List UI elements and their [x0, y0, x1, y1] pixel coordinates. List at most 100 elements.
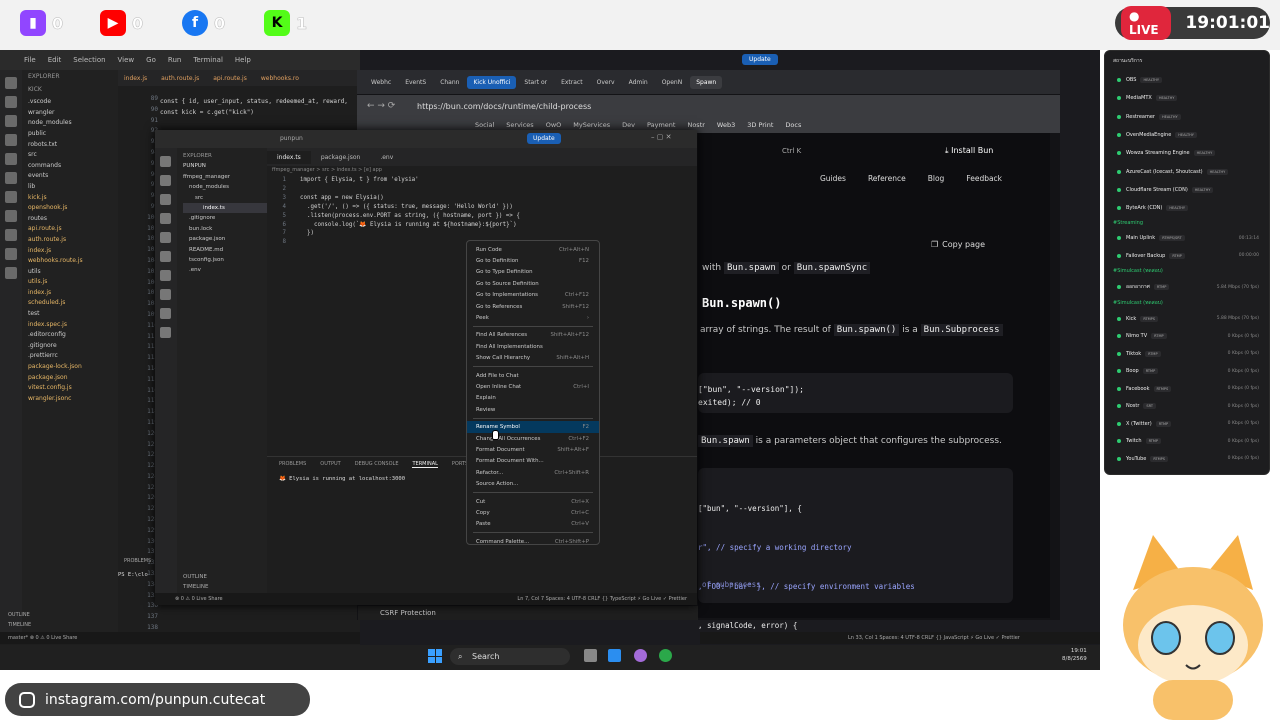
back-icon[interactable]: ← → ⟳: [367, 101, 395, 111]
context-menu-item[interactable]: Paste Ctrl+V: [467, 519, 599, 530]
taskbar-app-icon[interactable]: [634, 649, 647, 662]
menu-item[interactable]: Terminal: [193, 56, 223, 64]
editor-tab[interactable]: .env: [370, 151, 403, 164]
docs-nav-link[interactable]: Blog: [928, 174, 945, 183]
explorer-root[interactable]: KICK: [28, 85, 118, 96]
browser-tab[interactable]: Admin: [623, 76, 654, 89]
file-tree-item[interactable]: index.js: [28, 246, 118, 257]
file-tree-item[interactable]: .env: [183, 265, 267, 275]
file-tree-item[interactable]: src: [28, 150, 118, 161]
file-tree-item[interactable]: package-lock.json: [28, 362, 118, 373]
status-right[interactable]: Ln 7, Col 7 Spaces: 4 UTF-8 CRLF {} Type…: [517, 596, 687, 602]
file-tree-item[interactable]: test: [28, 309, 118, 320]
file-tree-item[interactable]: index.ts: [183, 203, 267, 214]
browser-tab[interactable]: Extract: [555, 76, 589, 89]
context-menu-item[interactable]: Cut Ctrl+X: [467, 496, 599, 507]
install-bun-button[interactable]: ⤓ Install Bun: [945, 146, 993, 156]
browser-tab[interactable]: Kick Unoffici: [467, 75, 517, 89]
menu-item[interactable]: Help: [235, 56, 251, 64]
browser-tab[interactable]: Webhc: [365, 76, 397, 89]
file-tree-item[interactable]: .vscode: [28, 97, 118, 108]
menu-item[interactable]: View: [118, 56, 135, 64]
file-tree-item[interactable]: ffmpeg_manager: [183, 172, 267, 182]
context-menu-item[interactable]: Format Document With...: [467, 456, 599, 467]
outline-section[interactable]: OUTLINE: [183, 572, 207, 582]
file-tree-item[interactable]: wrangler.jsonc: [28, 394, 118, 405]
file-tree-item[interactable]: vitest.config.js: [28, 383, 118, 394]
search-shortcut[interactable]: Ctrl K: [782, 147, 801, 155]
browser-tab[interactable]: EventS: [399, 76, 432, 89]
menu-item[interactable]: Go: [146, 56, 156, 64]
bookmark-item[interactable]: OwO: [546, 121, 562, 129]
update-button[interactable]: Update: [527, 133, 561, 144]
bookmark-item[interactable]: 3D Print: [747, 121, 773, 129]
file-tree-item[interactable]: tsconfig.json: [183, 255, 267, 265]
status-left[interactable]: ⊗ 0 ⚠ 0 Live Share: [175, 596, 223, 602]
bookmark-item[interactable]: MyServices: [573, 121, 610, 129]
editor-tab[interactable]: api.route.js: [207, 73, 253, 84]
panel-tab[interactable]: PROBLEMS: [279, 461, 306, 468]
file-tree-item[interactable]: node_modules: [28, 118, 118, 129]
file-tree-item[interactable]: package.json: [28, 373, 118, 384]
context-menu-item[interactable]: Rename Symbol F2: [467, 421, 599, 433]
file-tree-item[interactable]: robots.txt: [28, 140, 118, 151]
file-tree-item[interactable]: public: [28, 129, 118, 140]
browser-tab[interactable]: Chann: [434, 76, 465, 89]
context-menu-item[interactable]: Copy Ctrl+C: [467, 507, 599, 518]
menu-item[interactable]: Selection: [73, 56, 105, 64]
context-menu-item[interactable]: Review: [467, 404, 599, 415]
vscode-taskbar-icon[interactable]: [608, 649, 621, 662]
menu-item[interactable]: Edit: [48, 56, 62, 64]
context-menu-item[interactable]: Explain: [467, 393, 599, 404]
bookmark-item[interactable]: Payment: [647, 121, 675, 129]
context-menu-item[interactable]: Source Action...: [467, 478, 599, 489]
context-menu-item[interactable]: Run Code Ctrl+Alt+N: [467, 244, 599, 255]
url-text[interactable]: https://bun.com/docs/runtime/child-proce…: [417, 102, 591, 111]
bookmark-item[interactable]: Nostr: [687, 121, 704, 129]
context-menu-item[interactable]: Command Palette... Ctrl+Shift+P: [467, 536, 599, 547]
file-tree-item[interactable]: src: [183, 193, 267, 203]
docs-nav-link[interactable]: Feedback: [966, 174, 1002, 183]
file-tree-item[interactable]: .gitignore: [28, 341, 118, 352]
panel-tab[interactable]: OUTPUT: [320, 461, 340, 468]
browser-tab[interactable]: Overv: [591, 76, 621, 89]
problems-tab[interactable]: PROBLEMS: [124, 558, 151, 564]
file-tree-item[interactable]: wrangler: [28, 108, 118, 119]
editor-code[interactable]: import { Elysia, t } from 'elysia' const…: [300, 176, 720, 247]
file-tree-item[interactable]: bun.lock: [183, 224, 267, 234]
file-tree-item[interactable]: index.js: [28, 288, 118, 299]
file-tree-item[interactable]: api.route.js: [28, 224, 118, 235]
context-menu-item[interactable]: Add File to Chat: [467, 370, 599, 381]
file-tree-item[interactable]: webhooks.route.js: [28, 256, 118, 267]
file-tree-item[interactable]: kick.js: [28, 193, 118, 204]
file-tree-item[interactable]: lib: [28, 182, 118, 193]
file-tree-item[interactable]: .editorconfig: [28, 330, 118, 341]
file-tree-item[interactable]: openshook.js: [28, 203, 118, 214]
browser-tab[interactable]: Start or: [518, 76, 553, 89]
chrome-taskbar-icon[interactable]: [659, 649, 672, 662]
copy-page-button[interactable]: ❐ Copy page: [925, 235, 1015, 253]
context-menu-item[interactable]: Peek ›: [467, 312, 599, 323]
context-menu-item[interactable]: Go to Definition F12: [467, 255, 599, 266]
file-tree-item[interactable]: .prettierrc: [28, 351, 118, 362]
file-tree-item[interactable]: utils: [28, 267, 118, 278]
context-menu-item[interactable]: Open Inline Chat Ctrl+I: [467, 381, 599, 392]
file-tree-item[interactable]: auth.route.js: [28, 235, 118, 246]
bookmark-item[interactable]: Web3: [717, 121, 735, 129]
context-menu-item[interactable]: Show Call Hierarchy Shift+Alt+H: [467, 353, 599, 364]
bookmark-item[interactable]: Dev: [622, 121, 635, 129]
outline-section[interactable]: OUTLINE: [8, 612, 30, 618]
panel-tab[interactable]: DEBUG CONSOLE: [355, 461, 399, 468]
context-menu-item[interactable]: Change All Occurrences Ctrl+F2: [467, 433, 599, 444]
bookmark-item[interactable]: Social: [475, 121, 494, 129]
context-menu-item[interactable]: Find All References Shift+Alt+F12: [467, 330, 599, 341]
editor-tab[interactable]: index.js: [118, 73, 153, 84]
browser-tab[interactable]: Spawn: [690, 75, 723, 89]
editor-tab[interactable]: package.json: [311, 151, 371, 164]
file-tree-item[interactable]: utils.js: [28, 277, 118, 288]
timeline-section[interactable]: TIMELINE: [183, 582, 208, 592]
context-menu-item[interactable]: Go to Type Definition: [467, 267, 599, 278]
context-menu-item[interactable]: Refactor... Ctrl+Shift+R: [467, 467, 599, 478]
file-tree-item[interactable]: .gitignore: [183, 213, 267, 223]
file-tree-item[interactable]: routes: [28, 214, 118, 225]
